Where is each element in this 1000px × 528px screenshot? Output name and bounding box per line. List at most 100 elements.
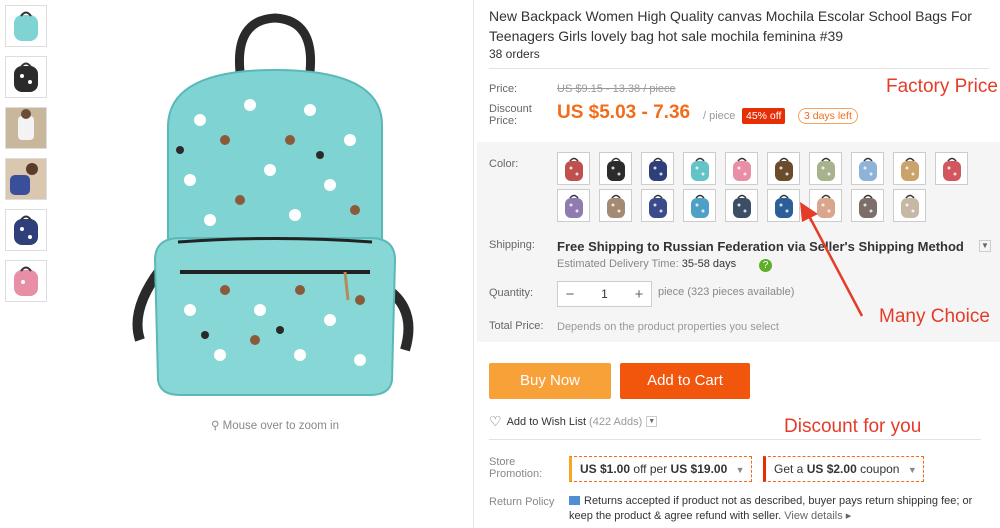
- chevron-down-icon: ▼: [735, 465, 745, 475]
- discount-label-line2: Price:: [489, 115, 518, 127]
- wish-list-label: Add to Wish List: [506, 415, 587, 428]
- quantity-input[interactable]: 1: [582, 287, 627, 301]
- backpack-icon: [942, 157, 961, 181]
- color-swatch[interactable]: [767, 152, 800, 185]
- delivery-value: 35-58 days: [681, 258, 737, 270]
- shipping-method[interactable]: Free Shipping to Russian Federation via …: [557, 239, 964, 254]
- days-left-badge: 3 days left: [798, 108, 858, 124]
- divider-line: [489, 68, 989, 69]
- wish-list-link[interactable]: ♡ Add to Wish List (422 Adds) ▼: [489, 413, 658, 430]
- return-policy-body: Returns accepted if product not as descr…: [569, 495, 973, 522]
- thumbnail-strip: [5, 5, 47, 311]
- help-icon[interactable]: ?: [759, 259, 772, 272]
- quantity-decrease-button[interactable]: −: [558, 286, 582, 303]
- store-label-line2: Promotion:: [489, 468, 543, 480]
- shipping-label: Shipping:: [489, 239, 535, 251]
- color-label: Color:: [489, 158, 519, 170]
- price-label: Price:: [489, 83, 518, 95]
- backpack-icon: [900, 157, 919, 181]
- return-policy-text: Returns accepted if product not as descr…: [569, 494, 989, 524]
- coupon2-amount: US $2.00: [806, 462, 857, 476]
- color-swatch[interactable]: [641, 189, 674, 222]
- quantity-increase-button[interactable]: +: [627, 286, 651, 303]
- color-swatch[interactable]: [851, 152, 884, 185]
- color-swatch-list: [557, 152, 977, 226]
- wish-count: (422 Adds): [589, 415, 643, 428]
- coupon1-threshold: US $19.00: [670, 462, 728, 476]
- column-divider: [473, 0, 474, 528]
- color-swatch[interactable]: [683, 152, 716, 185]
- discount-annotation: Discount for you: [784, 416, 922, 437]
- backpack-icon: [606, 157, 625, 181]
- zoom-icon: ⚲: [211, 420, 220, 432]
- coupon2-prefix: Get a: [774, 462, 804, 476]
- color-swatch[interactable]: [557, 152, 590, 185]
- discount-price-label: Discount Price:: [489, 103, 532, 127]
- divider-line: [489, 439, 981, 440]
- backpack-icon: [732, 194, 751, 218]
- color-swatch[interactable]: [893, 189, 926, 222]
- chevron-down-icon: ▼: [907, 465, 917, 475]
- zoom-hint-text: Mouse over to zoom in: [222, 420, 339, 432]
- store-discount-coupon[interactable]: US $1.00 off per US $19.00 ▼: [569, 456, 752, 482]
- total-price-label: Total Price:: [489, 320, 544, 332]
- thumbnail-black[interactable]: [5, 56, 47, 98]
- product-main-image[interactable]: [120, 10, 430, 410]
- backpack-icon: [732, 157, 751, 181]
- color-swatch[interactable]: [683, 189, 716, 222]
- backpack-icon: [774, 157, 793, 181]
- coupon1-amount: US $1.00: [580, 462, 631, 476]
- delivery-time: Estimated Delivery Time: 35-58 days: [557, 258, 736, 270]
- buy-now-button[interactable]: Buy Now: [489, 363, 611, 399]
- coupon2-suffix: coupon: [860, 462, 900, 476]
- color-swatch[interactable]: [599, 189, 632, 222]
- color-swatch[interactable]: [599, 152, 632, 185]
- color-swatch[interactable]: [557, 189, 590, 222]
- color-swatch[interactable]: [725, 152, 758, 185]
- store-label-line1: Store: [489, 456, 516, 468]
- thumbnail-photo-1[interactable]: [5, 107, 47, 149]
- backpack-icon: [858, 157, 877, 181]
- discount-label-line1: Discount: [489, 103, 532, 115]
- backpack-icon: [564, 194, 583, 218]
- color-swatch[interactable]: [725, 189, 758, 222]
- thumbnail-mint[interactable]: [5, 5, 47, 47]
- total-price-value: Depends on the product properties you se…: [557, 321, 779, 333]
- color-swatch[interactable]: [809, 152, 842, 185]
- store-promotion-label: Store Promotion:: [489, 456, 542, 480]
- backpack-icon: [606, 194, 625, 218]
- thumbnail-navy[interactable]: [5, 209, 47, 251]
- chevron-down-icon[interactable]: ▼: [646, 416, 658, 427]
- pieces-available: piece (323 pieces available): [658, 286, 795, 298]
- backpack-icon: [816, 157, 835, 181]
- view-details-link[interactable]: View details ▸: [784, 510, 851, 522]
- many-choice-annotation: Many Choice: [879, 306, 990, 327]
- return-policy-label: Return Policy: [489, 496, 555, 508]
- thumbnail-pink[interactable]: [5, 260, 47, 302]
- backpack-icon: [648, 194, 667, 218]
- delivery-label: Estimated Delivery Time:: [557, 258, 679, 270]
- zoom-hint: ⚲ Mouse over to zoom in: [120, 418, 430, 432]
- color-swatch[interactable]: [641, 152, 674, 185]
- product-title: New Backpack Women High Quality canvas M…: [489, 8, 972, 44]
- backpack-icon: [690, 194, 709, 218]
- backpack-icon: [648, 157, 667, 181]
- quantity-stepper: − 1 +: [557, 281, 652, 307]
- return-policy-icon: [569, 496, 580, 505]
- chevron-down-icon[interactable]: ▼: [979, 240, 991, 252]
- backpack-icon: [690, 157, 709, 181]
- add-to-cart-button[interactable]: Add to Cart: [620, 363, 750, 399]
- factory-price-annotation: Factory Price: [886, 76, 998, 97]
- order-count: 38 orders: [489, 47, 540, 61]
- heart-icon: ♡: [489, 413, 502, 429]
- coupon1-mid: off per: [633, 462, 668, 476]
- annotation-arrow: [800, 202, 864, 317]
- discount-badge: 45% off: [742, 108, 786, 124]
- per-piece-unit: / piece: [703, 110, 736, 122]
- thumbnail-photo-2[interactable]: [5, 158, 47, 200]
- color-swatch[interactable]: [935, 152, 968, 185]
- color-swatch[interactable]: [893, 152, 926, 185]
- store-coupon[interactable]: Get a US $2.00 coupon ▼: [763, 456, 924, 482]
- quantity-label: Quantity:: [489, 287, 534, 299]
- discount-price: US $5.03 - 7.36: [557, 102, 691, 123]
